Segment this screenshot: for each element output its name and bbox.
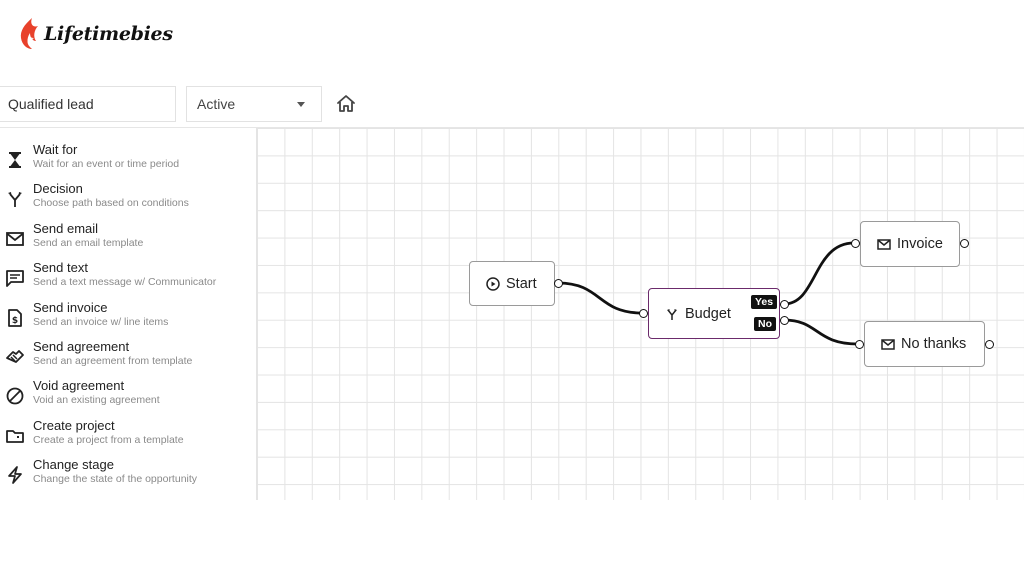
palette-item-title: Send text [33,260,88,275]
palette-item-desc: Choose path based on conditions [33,197,189,209]
node-label: Start [506,275,537,292]
palette-item-desc: Change the state of the opportunity [33,473,198,485]
node-budget-no-port[interactable] [780,316,789,325]
workflow-toolbar: Active [0,86,1024,126]
palette-item-send-text[interactable]: Send text Send a text message w/ Communi… [0,260,256,298]
palette-item-title: Decision [33,181,83,196]
palette-item-title: Send email [33,221,99,236]
node-label: No thanks [901,336,967,352]
palette-item-create-project[interactable]: Create project Create a project from a t… [0,418,256,456]
mail-icon [881,339,895,350]
workflow-canvas[interactable]: Start Budget Yes No Invoice No thanks [256,128,1024,500]
node-budget-yes-port[interactable] [780,300,789,309]
play-icon [486,276,500,291]
edge-start-budget [557,281,643,315]
palette-item-title: Send agreement [33,339,130,354]
mail-icon [877,239,891,250]
palette-item-desc: Wait for an event or time period [33,158,180,170]
node-invoice-in-port[interactable] [851,239,860,248]
status-select[interactable]: Active [186,86,322,122]
palette-item-send-invoice[interactable]: $ Send invoice Send an invoice w/ line i… [0,300,256,338]
folder-icon [6,430,24,443]
palette-item-desc: Send an agreement from template [33,355,193,367]
node-label: Budget [685,305,731,322]
action-palette: Wait for Wait for an event or time perio… [0,128,256,500]
node-start[interactable]: Start [469,261,555,306]
brand-logo: Lifetimebies [18,14,173,54]
split-icon [8,192,22,207]
node-no-thanks[interactable]: No thanks [864,321,985,367]
branch-yes-tag: Yes [751,295,778,309]
branch-no-tag: No [754,317,776,331]
mail-icon [6,232,24,246]
flame-icon [20,18,38,49]
node-no-thanks-out-port[interactable] [985,340,994,349]
palette-item-desc: Create a project from a template [33,434,184,446]
palette-item-desc: Send an email template [33,237,144,249]
node-label: Invoice [897,236,943,252]
palette-item-decision[interactable]: Decision Choose path based on conditions [0,181,256,219]
palette-item-title: Void agreement [33,378,125,393]
palette-item-void-agreement[interactable]: Void agreement Void an existing agreemen… [0,378,256,416]
split-icon [667,308,677,320]
palette-item-send-email[interactable]: Send email Send an email template [0,221,256,259]
node-no-thanks-in-port[interactable] [855,340,864,349]
status-select-value: Active [197,96,236,112]
brand-name: Lifetimebies [44,23,173,45]
node-invoice-out-port[interactable] [960,239,969,248]
node-start-out-port[interactable] [554,279,563,288]
message-icon [6,270,24,287]
node-invoice[interactable]: Invoice [860,221,960,267]
hourglass-icon [9,152,21,168]
palette-item-desc: Send an invoice w/ line items [33,316,169,328]
handshake-icon [6,350,24,363]
palette-item-desc: Void an existing agreement [33,394,160,406]
ban-icon [6,387,24,405]
workflow-name-input[interactable] [0,86,176,122]
palette-item-title: Create project [33,418,115,433]
palette-item-title: Wait for [33,142,78,157]
palette-item-wait-for[interactable]: Wait for Wait for an event or time perio… [0,142,256,180]
palette-item-title: Change stage [33,457,114,472]
home-icon [337,95,355,112]
bolt-icon [8,466,22,484]
palette-item-desc: Send a text message w/ Communicator [33,276,217,288]
svg-text:$: $ [12,316,18,326]
home-button[interactable] [334,92,358,116]
edge-budget-invoice [783,241,855,306]
palette-item-title: Send invoice [33,300,108,315]
edge-budget-no-thanks [783,318,859,346]
chevron-down-icon [297,102,305,107]
invoice-icon: $ [8,309,22,327]
palette-item-change-stage[interactable]: Change stage Change the state of the opp… [0,457,256,495]
palette-item-send-agreement[interactable]: Send agreement Send an agreement from te… [0,339,256,377]
node-budget-in-port[interactable] [639,309,648,318]
